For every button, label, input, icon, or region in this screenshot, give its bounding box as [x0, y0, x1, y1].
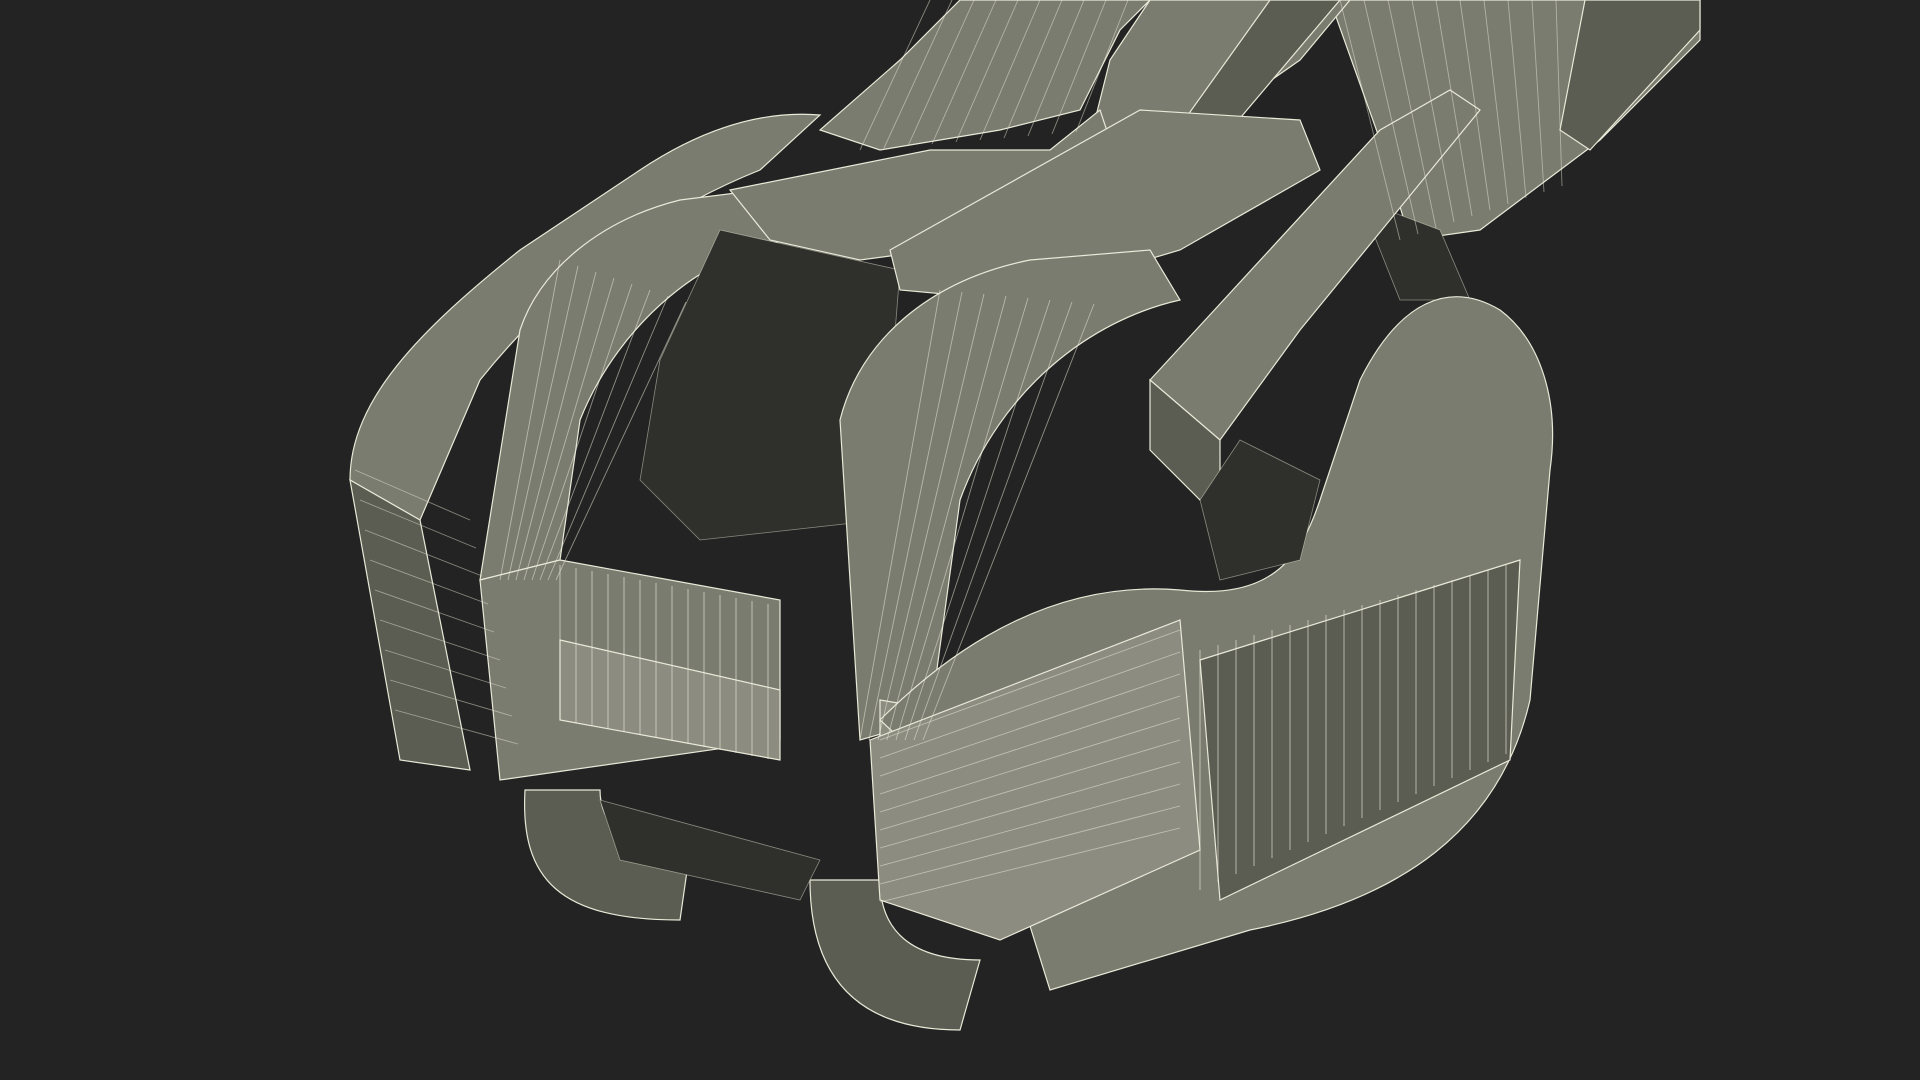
zipper-slider-model [0, 0, 1920, 1080]
render-viewport[interactable] [0, 0, 1920, 1080]
